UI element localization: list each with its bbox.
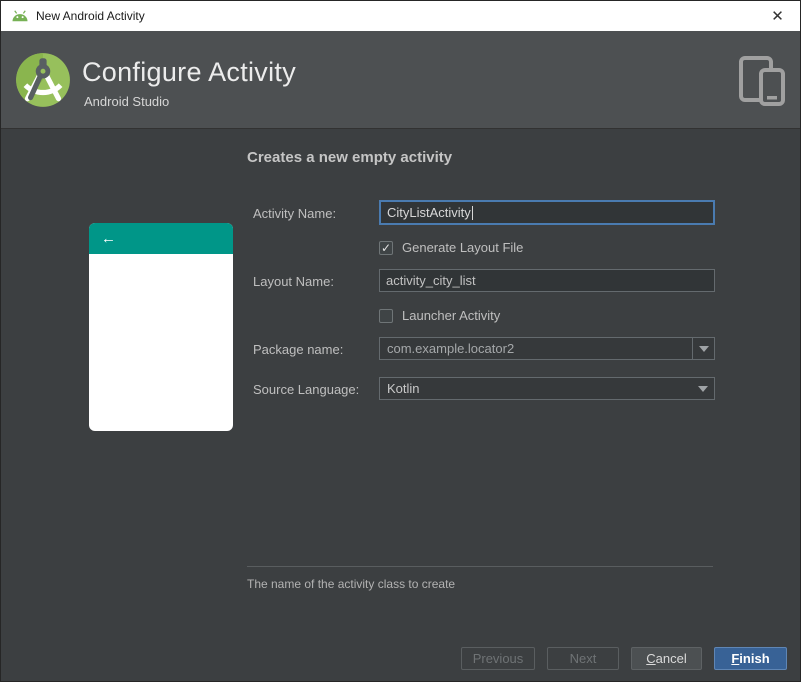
- activity-preview-thumbnail: ←: [89, 223, 233, 431]
- wizard-subtitle: Android Studio: [84, 94, 170, 109]
- next-button-label: Next: [569, 651, 597, 666]
- checkbox-unchecked-icon[interactable]: [379, 308, 393, 323]
- back-arrow-icon: ←: [101, 230, 116, 247]
- layout-name-label: Layout Name:: [253, 274, 334, 289]
- finish-button-label: inish: [739, 651, 770, 666]
- generate-layout-checkbox-row[interactable]: ✓ Generate Layout File: [379, 240, 523, 255]
- chevron-down-icon: [692, 378, 714, 399]
- wizard-header: Configure Activity Android Studio: [1, 31, 800, 129]
- next-button[interactable]: Next: [547, 647, 619, 670]
- package-name-combobox[interactable]: com.example.locator2: [379, 337, 715, 360]
- preview-appbar: ←: [89, 223, 233, 254]
- source-language-label: Source Language:: [253, 382, 360, 397]
- package-name-dropdown-button[interactable]: [692, 338, 714, 359]
- text-caret: [471, 205, 473, 220]
- activity-name-input[interactable]: CityListActivity: [379, 200, 715, 225]
- activity-name-value: CityListActivity: [387, 205, 471, 220]
- finish-button[interactable]: Finish: [714, 647, 787, 670]
- package-name-label: Package name:: [253, 342, 344, 357]
- step-heading: Creates a new empty activity: [247, 149, 453, 166]
- generate-layout-label: Generate Layout File: [402, 240, 524, 255]
- hint-text: The name of the activity class to create: [247, 577, 456, 591]
- launcher-activity-checkbox-row[interactable]: Launcher Activity: [379, 308, 500, 323]
- launcher-activity-label: Launcher Activity: [402, 308, 501, 323]
- titlebar: New Android Activity ✕: [1, 1, 800, 31]
- window-title: New Android Activity: [36, 9, 145, 23]
- previous-button[interactable]: Previous: [461, 647, 535, 670]
- close-icon[interactable]: ✕: [755, 1, 800, 31]
- cancel-button[interactable]: Cancel: [631, 647, 702, 670]
- source-language-value: Kotlin: [387, 381, 420, 396]
- new-android-activity-dialog: New Android Activity ✕ Configure Activit…: [0, 0, 801, 682]
- wizard-title: Configure Activity: [82, 57, 296, 87]
- wizard-content: Creates a new empty activity ← Activity …: [1, 130, 800, 681]
- source-language-dropdown[interactable]: Kotlin: [379, 377, 715, 400]
- hint-separator: [247, 566, 713, 567]
- cancel-button-label: ancel: [655, 651, 687, 666]
- checkbox-checked-icon[interactable]: ✓: [379, 240, 393, 255]
- activity-name-label: Activity Name:: [253, 206, 337, 221]
- package-name-value: com.example.locator2: [387, 341, 515, 356]
- android-studio-logo-icon: [16, 53, 70, 107]
- android-head-icon: [12, 10, 28, 22]
- layout-name-value: activity_city_list: [386, 273, 476, 288]
- layout-name-input[interactable]: activity_city_list: [379, 269, 715, 292]
- cancel-mnemonic: C: [646, 651, 656, 666]
- previous-button-label: Previous: [472, 651, 524, 666]
- chevron-down-icon: [698, 345, 709, 352]
- phone-tablet-icon: [739, 56, 785, 106]
